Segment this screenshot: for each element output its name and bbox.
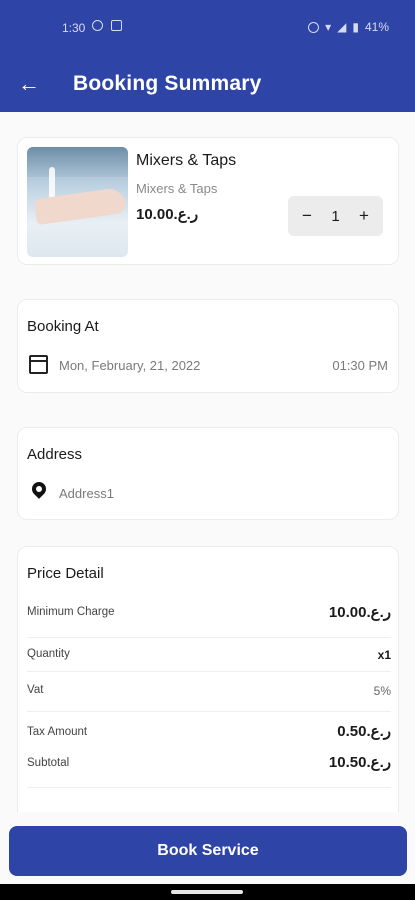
booking-at-card: Booking At Mon, February, 21, 2022 01:30… [17,299,399,393]
location-pin-icon [29,479,49,499]
booking-date: Mon, February, 21, 2022 [59,358,201,373]
subtotal-row: Subtotal 10.50.ر.ع [27,753,391,783]
app-bar: ← Booking Summary [0,60,415,112]
back-arrow-icon[interactable]: ← [18,72,42,96]
status-left-icons [92,20,122,31]
price-detail-card: Price Detail Minimum Charge 10.00.ر.ع Qu… [17,546,399,812]
wifi-icon: ▾ [325,20,332,34]
divider [27,637,391,638]
row-label: Minimum Charge [27,606,115,618]
booking-time: 01:30 PM [332,358,388,373]
dnd-icon [308,21,320,33]
status-time: 1:30 [62,21,86,35]
divider [27,671,391,672]
row-label: Quantity [27,648,70,660]
address-card: Address Address1 [17,427,399,520]
price-detail-title: Price Detail [27,565,104,582]
service-subtitle: Mixers & Taps [136,181,218,196]
row-label: Subtotal [27,757,70,769]
home-handle[interactable] [171,890,243,894]
tax-amount-row: Tax Amount 0.50.ر.ع [27,722,391,752]
service-name: Mixers & Taps [136,152,237,169]
quantity-stepper: − 1 + [288,196,383,236]
decrement-button[interactable]: − [299,206,315,226]
bottom-action-area: Book Service [0,812,415,884]
service-image [27,147,128,257]
row-label: Vat [27,684,44,696]
clipboard-icon [111,20,122,31]
row-label: Tax Amount [27,726,88,738]
page-title: Booking Summary [73,72,262,95]
quantity-value: 1 [331,207,340,225]
increment-button[interactable]: + [356,206,372,226]
service-price: 10.00.ر.ع [136,206,199,223]
signal-icon: ◢ [337,20,347,34]
row-value: 10.50.ر.ع [328,754,391,771]
row-value: x1 [377,648,391,662]
booking-at-title: Booking At [27,318,99,335]
divider [27,787,391,788]
service-item-card: Mixers & Taps Mixers & Taps 10.00.ر.ع − … [17,137,399,265]
status-bar: 1:30 ▾ ◢ ▮ 41% [0,0,415,60]
row-value: 0.50.ر.ع [337,723,391,740]
calendar-icon [29,355,48,374]
system-nav-bar [0,884,415,900]
row-value: 5% [373,684,391,698]
battery-percent: 41% [364,20,389,34]
vat-row: Vat 5% [27,682,391,712]
booking-content[interactable]: Mixers & Taps Mixers & Taps 10.00.ر.ع − … [0,112,415,812]
divider [27,711,391,712]
book-service-button[interactable]: Book Service [9,826,407,876]
minimum-charge-row: Minimum Charge 10.00.ر.ع [27,603,391,633]
address-title: Address [27,446,83,463]
status-right-icons: ▾ ◢ ▮ 41% [308,20,389,34]
battery-icon: ▮ [352,20,359,34]
whatsapp-icon [92,20,103,31]
address-value: Address1 [59,486,114,501]
row-value: 10.00.ر.ع [328,604,391,621]
